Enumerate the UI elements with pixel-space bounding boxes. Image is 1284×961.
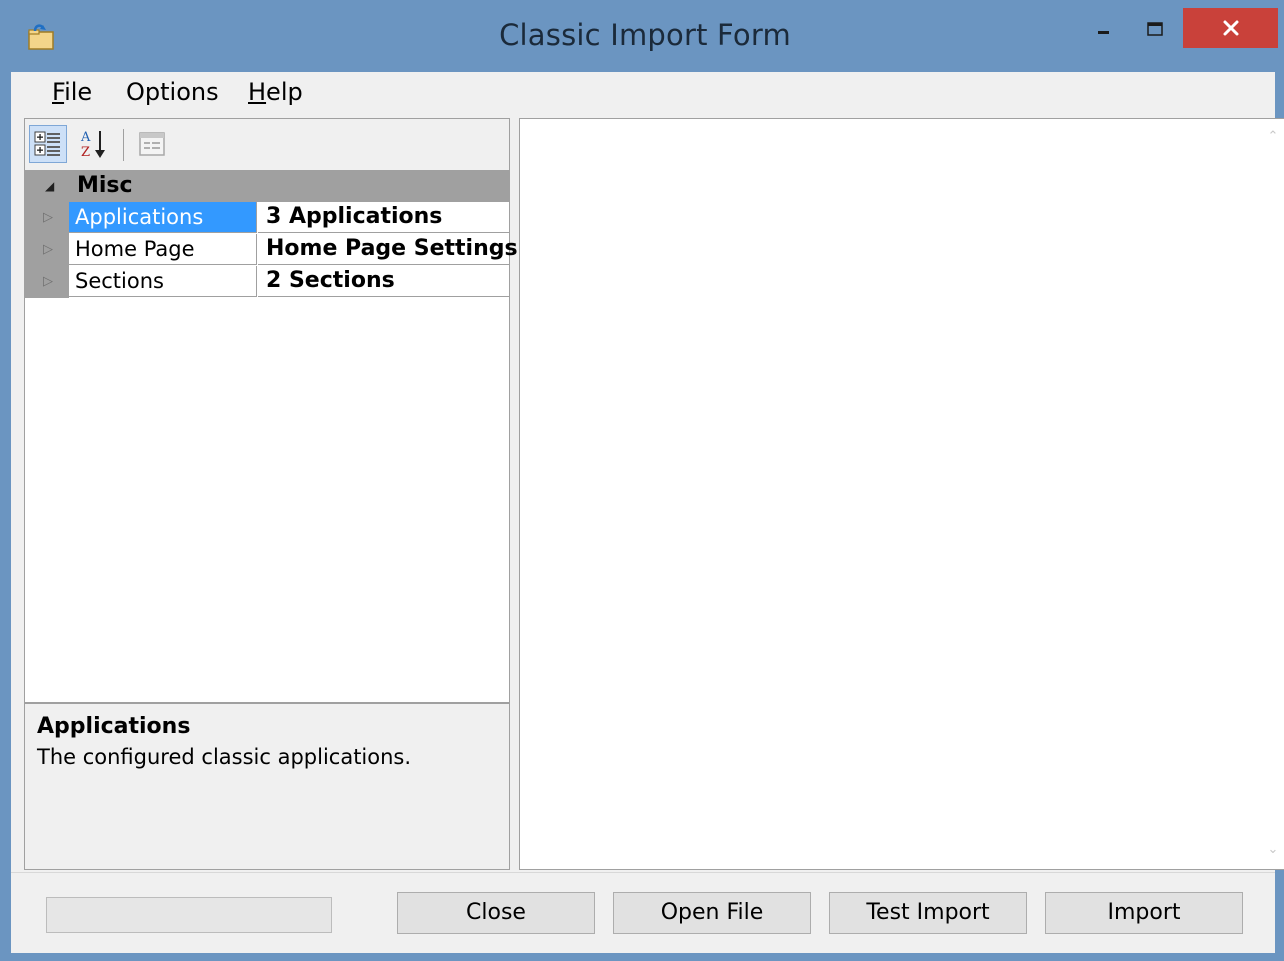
property-pages-button[interactable] — [133, 125, 171, 163]
minimize-icon — [1098, 31, 1109, 34]
menu-file[interactable]: File — [52, 78, 92, 106]
vertical-scrollbar[interactable]: ⌃ ⌄ — [1261, 119, 1284, 869]
test-import-button[interactable]: Test Import — [829, 892, 1027, 934]
svg-text:Z: Z — [81, 145, 90, 160]
property-grid-toolbar: A Z — [25, 119, 509, 171]
property-row-home-page[interactable]: ▷ Home Page Home Page Settings — [25, 234, 518, 266]
expand-icon[interactable]: ▷ — [43, 274, 53, 289]
row-margin: ▷ — [25, 234, 69, 266]
expand-icon[interactable]: ▷ — [43, 242, 53, 257]
property-value[interactable]: Home Page Settings — [258, 234, 518, 265]
toolbar-separator — [123, 129, 124, 161]
maximize-button[interactable] — [1130, 10, 1180, 48]
scroll-up-icon[interactable]: ⌃ — [1265, 129, 1281, 144]
alphabetical-button[interactable]: A Z — [75, 125, 113, 163]
menu-options-label: Options — [126, 78, 219, 106]
menu-options[interactable]: Options — [126, 78, 219, 106]
close-window-button[interactable] — [1183, 8, 1278, 48]
property-name[interactable]: Home Page — [69, 234, 257, 265]
close-icon — [1223, 20, 1238, 36]
menu-bar: File Options Help — [11, 72, 1275, 114]
property-pages-icon — [139, 132, 165, 156]
property-value[interactable]: 3 Applications — [258, 202, 509, 233]
description-panel: Applications The configured classic appl… — [24, 702, 510, 870]
alphabetical-sort-icon: A Z — [80, 130, 105, 160]
open-file-button[interactable]: Open File — [613, 892, 811, 934]
description-text: The configured classic applications. — [37, 745, 412, 769]
property-name[interactable]: Applications — [69, 202, 257, 233]
close-button[interactable]: Close — [397, 892, 595, 934]
import-button[interactable]: Import — [1045, 892, 1243, 934]
menu-file-mnemonic: F — [52, 78, 65, 106]
property-row-applications[interactable]: ▷ Applications 3 Applications — [25, 202, 509, 234]
property-value[interactable]: 2 Sections — [258, 266, 509, 297]
menu-file-label: ile — [64, 78, 93, 106]
category-misc[interactable]: ◢ Misc — [25, 170, 509, 202]
svg-text:A: A — [80, 130, 91, 145]
row-margin: ▷ — [25, 266, 69, 298]
row-margin: ▷ — [25, 202, 69, 234]
menu-help[interactable]: Help — [248, 78, 303, 106]
maximize-icon — [1147, 22, 1163, 36]
description-title: Applications — [37, 714, 191, 739]
scroll-down-icon[interactable]: ⌄ — [1265, 842, 1281, 857]
title-bar[interactable]: Classic Import Form — [0, 0, 1284, 72]
collapse-icon[interactable]: ◢ — [45, 179, 54, 193]
category-label: Misc — [77, 173, 133, 198]
expand-icon[interactable]: ▷ — [43, 210, 53, 225]
property-name[interactable]: Sections — [69, 266, 257, 297]
client-area: File Options Help A Z ◢ Misc ▷ Applicati… — [11, 72, 1284, 953]
app-window: Classic Import Form File Options Help A … — [0, 0, 1284, 961]
minimize-button[interactable] — [1082, 10, 1126, 48]
menu-help-label: elp — [266, 78, 303, 106]
categorized-icon — [34, 131, 60, 156]
preview-pane[interactable]: ⌃ ⌄ — [519, 118, 1284, 870]
menu-help-mnemonic: H — [248, 78, 267, 106]
footer-bar: Close Open File Test Import Import — [11, 872, 1275, 953]
categorized-button[interactable] — [29, 125, 67, 163]
progress-bar — [46, 897, 332, 933]
property-grid-empty-area — [25, 298, 509, 749]
property-row-sections[interactable]: ▷ Sections 2 Sections — [25, 266, 509, 298]
